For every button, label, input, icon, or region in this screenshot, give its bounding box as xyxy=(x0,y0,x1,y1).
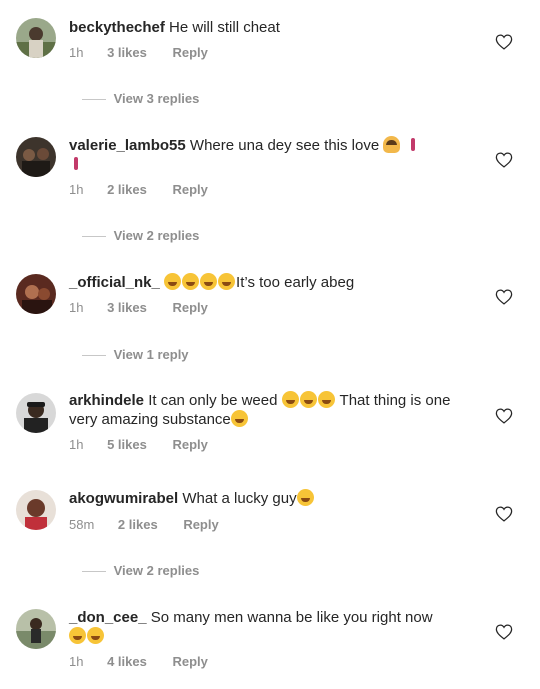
face-with-tears-of-joy-icon xyxy=(182,273,200,290)
comment-text: It’s too early abeg xyxy=(236,274,355,291)
view-replies-label: View 2 replies xyxy=(113,228,200,243)
comment-meta: 1h 4 likes Reply xyxy=(69,654,208,669)
face-with-tears-of-joy-icon xyxy=(317,391,335,408)
face-with-tears-of-joy-icon xyxy=(200,273,218,290)
avatar[interactable] xyxy=(16,137,56,177)
comment-meta: 1h 3 likes Reply xyxy=(69,300,208,315)
comment-username[interactable]: arkhindele xyxy=(69,392,144,409)
person-walking-icon xyxy=(406,136,420,153)
comment-text: What a lucky guy xyxy=(182,490,297,507)
zipper-mouth-face-icon xyxy=(296,489,314,506)
face-with-tears-of-joy-icon xyxy=(218,273,236,290)
avatar[interactable] xyxy=(16,609,56,649)
view-replies-button[interactable]: View 3 replies xyxy=(82,91,199,106)
comment-body: arkhindele It can only be weed That thin… xyxy=(69,391,479,429)
reply-button[interactable]: Reply xyxy=(172,182,207,197)
comment-username[interactable]: valerie_lambo55 xyxy=(69,137,186,154)
heart-icon[interactable] xyxy=(495,624,513,640)
comment-time: 1h xyxy=(69,300,84,315)
reply-button[interactable]: Reply xyxy=(172,45,207,60)
comment-time: 1h xyxy=(69,182,84,197)
avatar[interactable] xyxy=(16,274,56,314)
comment-body: _don_cee_ So many men wanna be like you … xyxy=(69,608,479,646)
avatar[interactable] xyxy=(16,490,56,530)
comment-username[interactable]: _don_cee_ xyxy=(69,609,147,626)
view-replies-button[interactable]: View 2 replies xyxy=(82,563,199,578)
avatar[interactable] xyxy=(16,393,56,433)
view-replies-label: View 1 reply xyxy=(113,347,189,362)
comment-likes[interactable]: 5 likes xyxy=(107,437,147,452)
comment-likes[interactable]: 2 likes xyxy=(118,517,158,532)
reply-button[interactable]: Reply xyxy=(172,654,207,669)
comment-time: 58m xyxy=(69,517,95,532)
comment-time: 1h xyxy=(69,45,84,60)
comment-username[interactable]: akogwumirabel xyxy=(69,490,178,507)
rolling-on-floor-laughing-icon xyxy=(230,410,248,427)
view-replies-label: View 3 replies xyxy=(113,91,200,106)
heart-icon[interactable] xyxy=(495,152,513,168)
comment-body: valerie_lambo55 Where una dey see this l… xyxy=(69,136,479,174)
divider-line xyxy=(82,355,106,357)
comment-meta: 1h 2 likes Reply xyxy=(69,182,208,197)
comment-meta: 1h 5 likes Reply xyxy=(69,437,208,452)
comment-likes[interactable]: 3 likes xyxy=(107,300,147,315)
comment-likes[interactable]: 2 likes xyxy=(107,182,147,197)
heart-icon[interactable] xyxy=(495,34,513,50)
person-walking-icon xyxy=(69,155,83,172)
view-replies-button[interactable]: View 1 reply xyxy=(82,347,189,362)
comment-likes[interactable]: 4 likes xyxy=(107,654,147,669)
comment-meta: 1h 3 likes Reply xyxy=(69,45,208,60)
comment-time: 1h xyxy=(69,437,84,452)
comment-text: It can only be weed xyxy=(148,392,278,409)
face-with-tears-of-joy-icon xyxy=(164,273,182,290)
face-with-tears-of-joy-icon xyxy=(87,627,104,644)
heart-icon[interactable] xyxy=(495,506,513,522)
comment-time: 1h xyxy=(69,654,84,669)
avatar[interactable] xyxy=(16,18,56,58)
person-gesturing-no-icon xyxy=(383,136,401,153)
comment-body: beckythechef He will still cheat xyxy=(69,18,479,37)
reply-button[interactable]: Reply xyxy=(172,300,207,315)
comment-body: _official_nk_ It’s too early abeg xyxy=(69,273,479,292)
comment-text: So many men wanna be like you right now xyxy=(150,609,433,626)
face-with-tears-of-joy-icon xyxy=(69,627,86,644)
heart-icon[interactable] xyxy=(495,408,513,424)
comment-text: He will still cheat xyxy=(169,19,280,36)
divider-line xyxy=(82,236,106,238)
reply-button[interactable]: Reply xyxy=(183,517,218,532)
comment-username[interactable]: _official_nk_ xyxy=(69,274,160,291)
reply-button[interactable]: Reply xyxy=(172,437,207,452)
view-replies-label: View 2 replies xyxy=(113,563,200,578)
comment-username[interactable]: beckythechef xyxy=(69,19,165,36)
divider-line xyxy=(82,571,106,573)
comment-likes[interactable]: 3 likes xyxy=(107,45,147,60)
divider-line xyxy=(82,99,106,101)
comment-body: akogwumirabel What a lucky guy xyxy=(69,489,479,508)
heart-icon[interactable] xyxy=(495,289,513,305)
comment-text: Where una dey see this love xyxy=(189,137,380,154)
comment-meta: 58m 2 likes Reply xyxy=(69,517,219,532)
view-replies-button[interactable]: View 2 replies xyxy=(82,228,199,243)
face-with-tears-of-joy-icon xyxy=(299,391,317,408)
face-with-tears-of-joy-icon xyxy=(281,391,299,408)
